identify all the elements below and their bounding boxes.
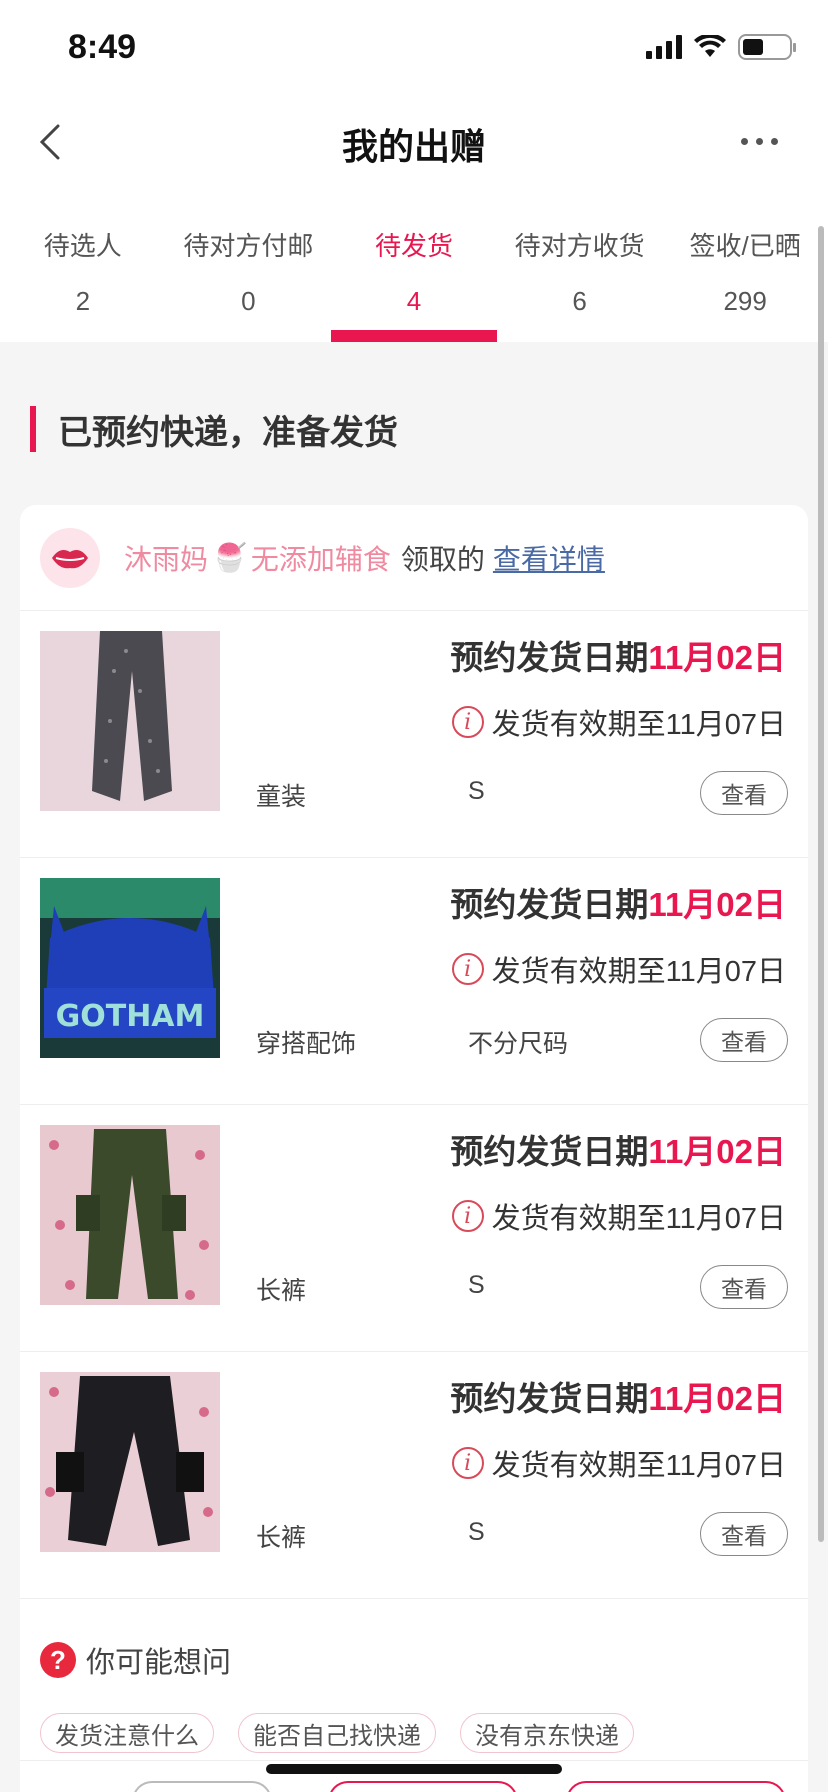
validity-text: 发货有效期至11月07日	[491, 1203, 786, 1235]
tab-count: 2	[75, 286, 91, 316]
date-value: 11月02日	[648, 639, 786, 676]
question-icon: ?	[40, 1642, 76, 1678]
section-heading: 已预约快递，准备发货	[30, 406, 398, 452]
black-cargo-pants-icon[interactable]	[40, 1372, 220, 1552]
bottom-action-button[interactable]	[132, 1781, 272, 1792]
tab-label: 待发货	[374, 231, 453, 261]
lips-icon	[52, 549, 88, 568]
validity-text: 发货有效期至11月07日	[491, 1450, 786, 1482]
date-label: 预约发货日期	[450, 639, 649, 676]
list-item: 预约发货日期11月02日 i 发货有效期至11月07日 长裤 S 查看	[20, 1352, 808, 1599]
view-details-link[interactable]: 查看详情	[493, 538, 605, 578]
item-size: S	[468, 1271, 485, 1299]
tab-pending-shipment[interactable]: 待发货 4	[331, 192, 497, 342]
validity-row: i 发货有效期至11月07日	[451, 1195, 786, 1237]
faq-section: ? 你可能想问 发货注意什么 能否自己找快递 没有京东快递	[20, 1613, 808, 1773]
date-label: 预约发货日期	[450, 886, 649, 923]
home-indicator[interactable]	[266, 1764, 562, 1774]
wifi-icon	[694, 35, 726, 57]
list-item: GOTHAM 预约发货日期11月02日 i 发货有效期至11月07日 穿搭配饰 不…	[20, 858, 808, 1105]
date-value: 11月02日	[648, 1133, 786, 1170]
tab-label: 签收/已晒	[689, 231, 801, 261]
date-label: 预约发货日期	[450, 1133, 649, 1170]
section-title: 已预约快递，准备发货	[58, 413, 398, 452]
tab-count: 299	[723, 286, 767, 316]
battery-icon	[738, 34, 796, 60]
date-label: 预约发货日期	[450, 1380, 649, 1417]
more-options-icon[interactable]	[741, 138, 778, 145]
divider	[20, 1760, 808, 1761]
page-title: 我的出赠	[341, 126, 486, 167]
info-icon: i	[451, 1447, 484, 1479]
validity-row: i 发货有效期至11月07日	[451, 701, 786, 743]
faq-chip-shipping-notes[interactable]: 发货注意什么	[40, 1713, 214, 1753]
tab-pending-select[interactable]: 待选人 2	[0, 192, 166, 342]
list-item: 预约发货日期11月02日 i 发货有效期至11月07日 长裤 S 查看	[20, 1105, 808, 1352]
recipient-name[interactable]: 沐雨妈	[124, 538, 208, 578]
scrollbar[interactable]	[818, 226, 824, 1542]
cellular-signal-icon	[646, 35, 682, 59]
faq-chips: 发货注意什么 能否自己找快递 没有京东快递	[40, 1713, 634, 1753]
tab-pending-postage[interactable]: 待对方付邮 0	[166, 192, 332, 342]
nav-bar: 我的出赠	[0, 92, 828, 192]
item-category: 童装	[256, 783, 307, 811]
view-button[interactable]: 查看	[700, 771, 788, 815]
view-button[interactable]: 查看	[700, 1018, 788, 1062]
status-tabs: 待选人 2 待对方付邮 0 待发货 4 待对方收货 6 签收/已晒 299	[0, 192, 828, 342]
item-size: S	[468, 1518, 485, 1546]
blue-hat-icon[interactable]: GOTHAM	[40, 878, 220, 1058]
validity-row: i 发货有效期至11月07日	[451, 1442, 786, 1484]
tab-label: 待对方收货	[514, 231, 645, 261]
section-accent-bar	[30, 406, 36, 452]
validity-row: i 发货有效期至11月07日	[451, 948, 786, 990]
recipient-row: 沐雨妈 🍧 无添加辅食 领取的 查看详情	[20, 505, 808, 611]
faq-title: 你可能想问	[86, 1647, 232, 1679]
faq-chip-no-jd-courier[interactable]: 没有京东快递	[460, 1713, 634, 1753]
faq-chip-own-courier[interactable]: 能否自己找快递	[238, 1713, 436, 1753]
green-cargo-pants-icon[interactable]	[40, 1125, 220, 1305]
tab-received[interactable]: 签收/已晒 299	[662, 192, 828, 342]
active-tab-indicator	[331, 330, 497, 342]
scheduled-date: 预约发货日期11月02日	[450, 631, 786, 679]
date-value: 11月02日	[648, 1380, 786, 1417]
list-item: 预约发货日期11月02日 i 发货有效期至11月07日 童装 S 查看	[20, 611, 808, 858]
item-size: S	[468, 777, 485, 805]
item-category: 长裤	[256, 1277, 307, 1305]
info-icon: i	[451, 706, 484, 738]
scheduled-date: 预约发货日期11月02日	[450, 1125, 786, 1173]
view-button[interactable]: 查看	[700, 1512, 788, 1556]
avatar[interactable]	[40, 527, 100, 588]
gray-pants-icon[interactable]	[40, 631, 220, 811]
claimed-text: 领取的	[400, 543, 485, 575]
view-button[interactable]: 查看	[700, 1265, 788, 1309]
shipment-card: 沐雨妈 🍧 无添加辅食 领取的 查看详情 预约发货日期11月02日 i 发货有效期…	[20, 505, 808, 1792]
scheduled-date: 预约发货日期11月02日	[450, 1372, 786, 1420]
tab-count: 0	[241, 286, 256, 316]
gotham-text: GOTHAM	[56, 999, 205, 1034]
tab-count: 4	[406, 286, 422, 316]
tab-pending-receipt[interactable]: 待对方收货 6	[497, 192, 663, 342]
status-bar: 8:49	[0, 0, 828, 92]
date-value: 11月02日	[648, 886, 786, 923]
status-time: 8:49	[68, 28, 137, 66]
validity-text: 发货有效期至11月07日	[491, 956, 786, 988]
tab-count: 6	[572, 286, 587, 316]
scheduled-date: 预约发货日期11月02日	[450, 878, 786, 926]
faq-header: ? 你可能想问	[40, 1639, 231, 1681]
status-icons	[646, 34, 796, 60]
item-category: 长裤	[256, 1524, 307, 1552]
tab-label: 待对方付邮	[183, 231, 314, 261]
validity-text: 发货有效期至11月07日	[491, 709, 786, 741]
bottom-action-button[interactable]	[566, 1781, 786, 1792]
item-size: 不分尺码	[468, 1030, 569, 1058]
tab-label: 待选人	[43, 231, 122, 261]
info-icon: i	[451, 953, 484, 985]
recipient-name-suffix[interactable]: 无添加辅食	[251, 538, 391, 578]
shaved-ice-icon: 🍧	[212, 542, 247, 573]
item-category: 穿搭配饰	[256, 1030, 357, 1058]
info-icon: i	[451, 1200, 484, 1232]
bottom-action-button[interactable]	[328, 1781, 518, 1792]
